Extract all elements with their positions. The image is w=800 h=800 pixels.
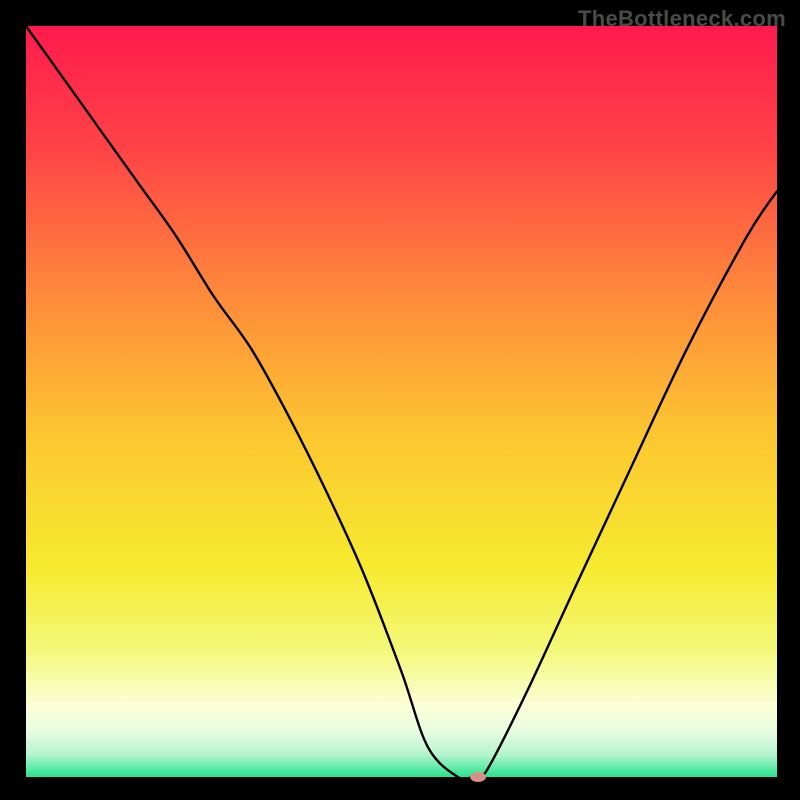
optimal-point-marker <box>470 772 486 782</box>
chart-canvas <box>0 0 800 800</box>
chart-background <box>26 26 777 777</box>
bottleneck-chart: TheBottleneck.com <box>0 0 800 800</box>
watermark-text: TheBottleneck.com <box>578 6 786 32</box>
